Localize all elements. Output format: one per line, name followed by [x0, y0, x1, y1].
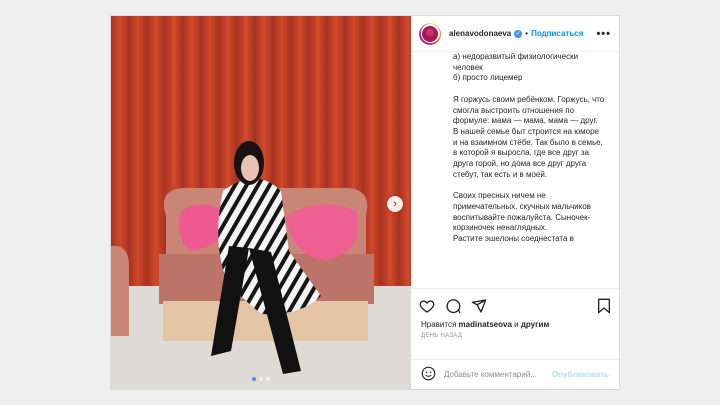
more-icon[interactable]: •••	[596, 28, 611, 40]
post-card: › alenavodonaeva ✓ • Подписаться ••• а) …	[110, 15, 620, 390]
username[interactable]: alenavodonaeva	[449, 29, 511, 38]
likes-line: Нравится madinatseova и другим	[411, 320, 619, 329]
carousel-dot[interactable]	[252, 377, 256, 381]
post-photo[interactable]: ›	[111, 16, 411, 389]
chevron-right-icon[interactable]: ›	[387, 196, 403, 212]
share-icon[interactable]	[471, 298, 487, 314]
likes-prefix: Нравится	[421, 320, 459, 329]
carousel-dots	[111, 377, 411, 381]
action-bar	[411, 288, 619, 322]
carousel-dot[interactable]	[266, 377, 270, 381]
verified-icon: ✓	[514, 29, 523, 38]
post-header: alenavodonaeva ✓ • Подписаться •••	[411, 16, 619, 52]
comment-box: Добавьте комментарий... Опубликовать	[411, 359, 619, 389]
carousel-dot[interactable]	[259, 377, 263, 381]
post-side-panel: alenavodonaeva ✓ • Подписаться ••• а) не…	[411, 16, 619, 389]
emoji-icon[interactable]	[421, 366, 436, 383]
separator: •	[525, 29, 529, 38]
comment-input[interactable]: Добавьте комментарий...	[444, 370, 552, 379]
avatar[interactable]	[419, 22, 441, 45]
photo-illustration	[111, 16, 411, 389]
likes-suffix: и	[511, 320, 521, 329]
post-caption: а) недоразвитый физиологически человек б…	[453, 52, 605, 243]
post-time[interactable]: день назад	[411, 329, 619, 339]
follow-button[interactable]: Подписаться	[531, 29, 589, 38]
likes-others-link[interactable]: другим	[521, 320, 549, 329]
bookmark-icon[interactable]	[597, 298, 611, 314]
publish-button[interactable]: Опубликовать	[552, 370, 609, 379]
comment-icon[interactable]	[445, 298, 461, 314]
likes-user-link[interactable]: madinatseova	[459, 320, 512, 329]
heart-icon[interactable]	[419, 298, 435, 314]
